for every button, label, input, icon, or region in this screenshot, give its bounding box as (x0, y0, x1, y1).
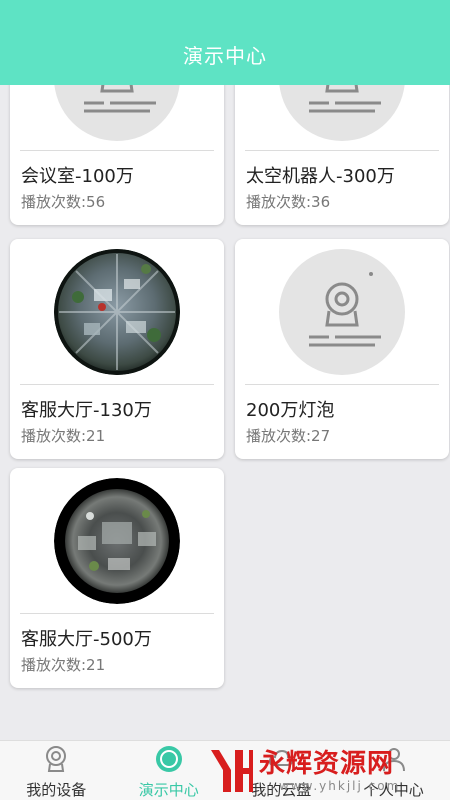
play-count: 播放次数:21 (21, 656, 106, 674)
nav-label: 我的云盘 (251, 781, 312, 799)
nav-my-cloud[interactable]: 我的云盘 (225, 741, 338, 800)
card-divider (20, 613, 214, 614)
cloud-icon (269, 749, 294, 766)
device-card[interactable]: 客服大厅-130万 播放次数:21 (10, 239, 224, 459)
device-name: 太空机器人-300万 (246, 166, 395, 187)
device-name: 客服大厅-130万 (21, 400, 152, 421)
device-card[interactable]: 会议室-100万 播放次数:56 (10, 85, 224, 225)
play-count: 播放次数:36 (246, 193, 331, 211)
device-name: 客服大厅-500万 (21, 629, 152, 650)
fisheye-thumbnail (54, 249, 180, 375)
camera-placeholder-icon (279, 85, 405, 141)
device-name: 会议室-100万 (21, 166, 134, 187)
play-count: 播放次数:56 (21, 193, 106, 211)
card-divider (245, 150, 439, 151)
camera-placeholder-icon (54, 85, 180, 141)
device-name: 200万灯泡 (246, 400, 335, 421)
nav-demo-center[interactable]: 演示中心 (113, 741, 226, 800)
demo-circle-icon (155, 746, 182, 772)
nav-label: 我的设备 (26, 781, 87, 799)
card-divider (20, 384, 214, 385)
nav-label: 演示中心 (138, 781, 199, 799)
bottom-nav: 我的设备 演示中心 我的云盘 个人中心 (0, 740, 450, 800)
camera-icon (46, 746, 67, 772)
nav-my-devices[interactable]: 我的设备 (0, 741, 113, 800)
play-count: 播放次数:27 (246, 427, 331, 445)
device-card[interactable]: 客服大厅-500万 播放次数:21 (10, 468, 224, 688)
camera-placeholder-icon (279, 249, 405, 375)
person-icon (382, 748, 405, 772)
nav-label: 个人中心 (363, 781, 424, 799)
play-count: 播放次数:21 (21, 427, 106, 445)
app-header: 演示中心 (0, 0, 450, 85)
card-divider (245, 384, 439, 385)
card-divider (20, 150, 214, 151)
nav-personal-center[interactable]: 个人中心 (338, 741, 450, 800)
device-card[interactable]: 太空机器人-300万 播放次数:36 (235, 85, 449, 225)
device-card[interactable]: 200万灯泡 播放次数:27 (235, 239, 449, 459)
device-grid: 会议室-100万 播放次数:56 太空机器人-300万 播放次数:36 客服大厅… (0, 85, 450, 740)
fisheye-thumbnail (54, 478, 180, 604)
page-title: 演示中心 (183, 44, 267, 68)
